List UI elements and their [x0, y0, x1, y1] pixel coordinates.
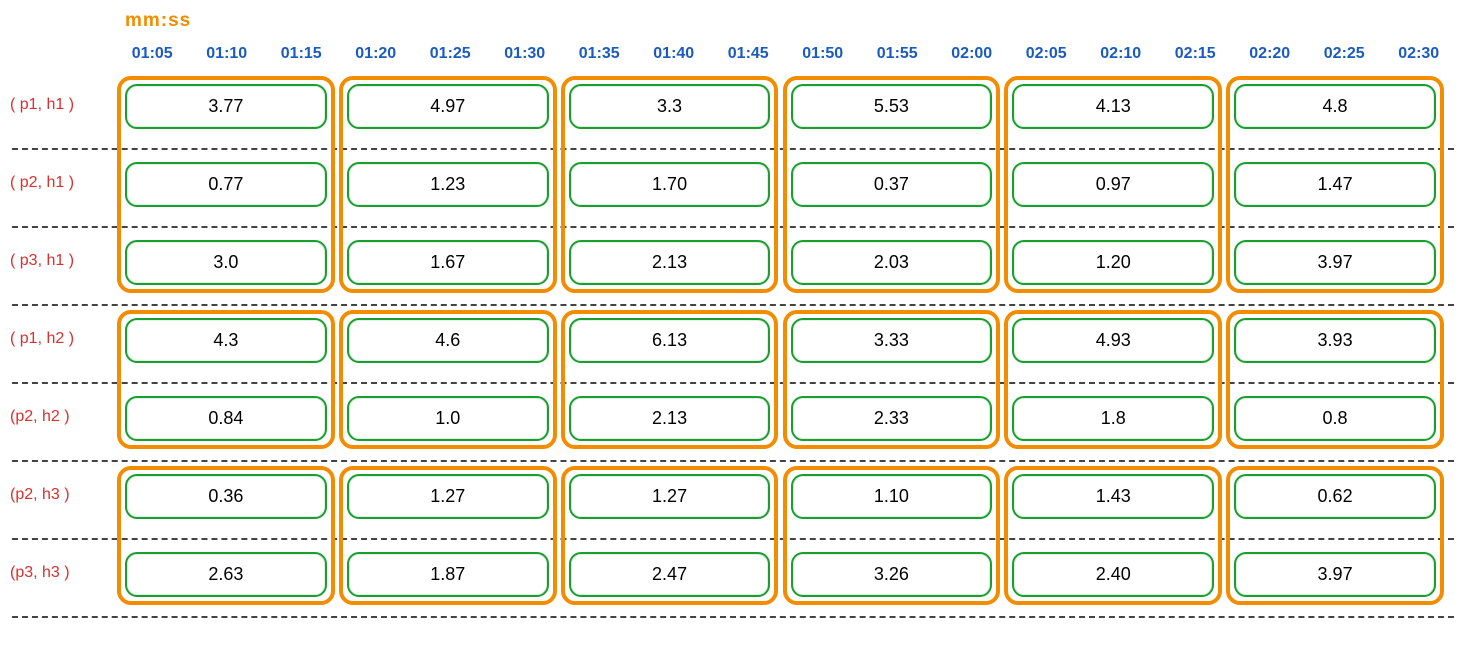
- data-cell: 2.63: [125, 552, 327, 597]
- row-label: ( p1, h2 ): [10, 330, 105, 348]
- data-cell: 1.20: [1012, 240, 1214, 285]
- time-tick: 01:55: [877, 45, 918, 63]
- row-label: ( p3, h1 ): [10, 252, 105, 270]
- data-cell: 2.40: [1012, 552, 1214, 597]
- data-cell: 2.13: [569, 240, 771, 285]
- data-cell: 1.23: [347, 162, 549, 207]
- data-cell: 2.33: [791, 396, 993, 441]
- time-tick: 01:20: [355, 45, 396, 63]
- diagram-root: { "header_label": "mm:ss", "time_groups"…: [0, 0, 1466, 647]
- data-cell: 0.77: [125, 162, 327, 207]
- data-cell: 4.93: [1012, 318, 1214, 363]
- time-tick: 02:10: [1100, 45, 1141, 63]
- data-cell: 1.8: [1012, 396, 1214, 441]
- time-tick: 01:45: [728, 45, 769, 63]
- data-cell: 3.97: [1234, 240, 1436, 285]
- data-cell: 3.93: [1234, 318, 1436, 363]
- time-group-1: 01:20 01:25 01:30: [339, 43, 563, 65]
- data-cell: 1.87: [347, 552, 549, 597]
- time-tick: 01:05: [132, 45, 173, 63]
- row-divider: [12, 616, 1454, 618]
- time-group-2: 01:35 01:40 01:45: [562, 43, 786, 65]
- time-tick: 02:15: [1175, 45, 1216, 63]
- data-cell: 4.97: [347, 84, 549, 129]
- data-cell: 3.26: [791, 552, 993, 597]
- data-cell: 1.47: [1234, 162, 1436, 207]
- time-group-3: 01:50 01:55 02:00: [786, 43, 1010, 65]
- row-divider: [12, 304, 1454, 306]
- data-cell: 5.53: [791, 84, 993, 129]
- data-cell: 1.70: [569, 162, 771, 207]
- row-divider: [12, 460, 1454, 462]
- data-cell: 1.0: [347, 396, 549, 441]
- row-label: (p2, h2 ): [10, 408, 105, 426]
- time-group-4: 02:05 02:10 02:15: [1009, 43, 1233, 65]
- time-tick: 02:00: [951, 45, 992, 63]
- data-cell: 0.36: [125, 474, 327, 519]
- time-tick: 02:20: [1249, 45, 1290, 63]
- time-tick: 01:25: [430, 45, 471, 63]
- grid-area: ( p1, h1 ) 3.77 4.97 3.3 5.53 4.13 4.8 ( p2, h1…: [0, 72, 1466, 639]
- data-cell: 3.0: [125, 240, 327, 285]
- row-label: ( p2, h1 ): [10, 174, 105, 192]
- data-cell: 2.47: [569, 552, 771, 597]
- time-tick: 01:35: [579, 45, 620, 63]
- data-cell: 4.6: [347, 318, 549, 363]
- data-cell: 3.3: [569, 84, 771, 129]
- data-cell: 1.27: [347, 474, 549, 519]
- time-tick: 02:25: [1324, 45, 1365, 63]
- data-cell: 0.97: [1012, 162, 1214, 207]
- data-cell: 0.84: [125, 396, 327, 441]
- time-group-0: 01:05 01:10 01:15: [115, 43, 339, 65]
- row-label: (p2, h3 ): [10, 486, 105, 504]
- data-cell: 0.37: [791, 162, 993, 207]
- column-ticks-row: 01:05 01:10 01:15 01:20 01:25 01:30 01:35 01:40…: [115, 43, 1456, 65]
- time-tick: 01:10: [206, 45, 247, 63]
- row-label: (p3, h3 ): [10, 564, 105, 582]
- data-cell: 2.13: [569, 396, 771, 441]
- time-tick: 02:05: [1026, 45, 1067, 63]
- data-cell: 4.3: [125, 318, 327, 363]
- header-unit-label: mm:ss: [125, 10, 191, 32]
- data-cell: 1.43: [1012, 474, 1214, 519]
- data-cell: 3.33: [791, 318, 993, 363]
- data-cell: 4.8: [1234, 84, 1436, 129]
- data-cell: 1.67: [347, 240, 549, 285]
- time-group-5: 02:20 02:25 02:30: [1233, 43, 1457, 65]
- time-tick: 01:30: [504, 45, 545, 63]
- data-cell: 6.13: [569, 318, 771, 363]
- row-label: ( p1, h1 ): [10, 96, 105, 114]
- time-tick: 01:40: [653, 45, 694, 63]
- data-cell: 2.03: [791, 240, 993, 285]
- time-tick: 02:30: [1398, 45, 1439, 63]
- data-cell: 3.97: [1234, 552, 1436, 597]
- data-cell: 3.77: [125, 84, 327, 129]
- data-cell: 1.27: [569, 474, 771, 519]
- data-cell: 1.10: [791, 474, 993, 519]
- data-cell: 0.62: [1234, 474, 1436, 519]
- data-cell: 4.13: [1012, 84, 1214, 129]
- data-cell: 0.8: [1234, 396, 1436, 441]
- time-tick: 01:15: [281, 45, 322, 63]
- time-tick: 01:50: [802, 45, 843, 63]
